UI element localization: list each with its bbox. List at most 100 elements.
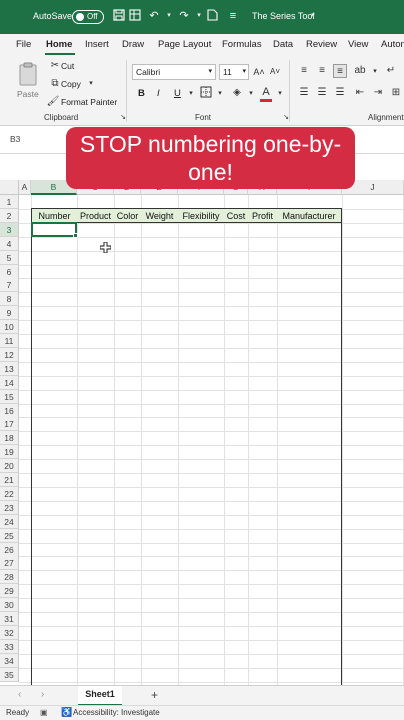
chevron-down-icon[interactable]: ▾ bbox=[368, 65, 382, 79]
font-color-icon[interactable]: A bbox=[259, 85, 273, 99]
row-header-28[interactable]: 28 bbox=[0, 570, 19, 584]
row-header-12[interactable]: 12 bbox=[0, 348, 19, 362]
decrease-indent-icon[interactable]: ⇤ bbox=[353, 86, 367, 100]
chevron-down-icon[interactable]: ▾ bbox=[84, 77, 98, 91]
paste-button[interactable]: Paste bbox=[14, 62, 42, 104]
macro-record-icon[interactable]: ▣ bbox=[40, 708, 48, 717]
row-header-34[interactable]: 34 bbox=[0, 654, 19, 668]
row-header-20[interactable]: 20 bbox=[0, 459, 19, 473]
row-header-14[interactable]: 14 bbox=[0, 376, 19, 390]
name-box[interactable]: B3 bbox=[4, 132, 64, 148]
tab-page-layout[interactable]: Page Layout bbox=[158, 39, 211, 50]
fill-handle[interactable] bbox=[73, 233, 78, 238]
row-header-5[interactable]: 5 bbox=[0, 251, 19, 265]
row-header-17[interactable]: 17 bbox=[0, 417, 19, 431]
align-bottom-icon[interactable]: ≡ bbox=[333, 64, 347, 78]
row-header-35[interactable]: 35 bbox=[0, 668, 19, 682]
row-header-29[interactable]: 29 bbox=[0, 584, 19, 598]
fill-color-icon[interactable]: ◈ bbox=[230, 86, 244, 100]
scroll-right-icon[interactable]: › bbox=[41, 689, 44, 700]
italic-button[interactable]: I bbox=[157, 88, 160, 99]
row-header-30[interactable]: 30 bbox=[0, 598, 19, 612]
increase-font-icon[interactable]: A˄ bbox=[252, 65, 266, 79]
accessibility-status[interactable]: Accessibility: Investigate bbox=[73, 708, 160, 717]
new-file-icon[interactable] bbox=[205, 9, 219, 23]
row-header-18[interactable]: 18 bbox=[0, 431, 19, 445]
sheet-tab-sheet1[interactable]: Sheet1 bbox=[78, 686, 122, 706]
customize-toolbar-icon[interactable]: ≡ bbox=[226, 9, 240, 23]
redo-icon[interactable]: ↷ bbox=[177, 9, 191, 23]
align-center-icon[interactable]: ☰ bbox=[315, 86, 329, 100]
row-header-1[interactable]: 1 bbox=[0, 195, 19, 209]
add-sheet-button[interactable]: + bbox=[151, 688, 158, 702]
header-manufacturer[interactable]: Manufacturer bbox=[277, 209, 341, 223]
autosave-toggle[interactable]: Off bbox=[72, 10, 104, 24]
dialog-launcher-icon[interactable]: ↘ bbox=[279, 111, 293, 125]
row-header-33[interactable]: 33 bbox=[0, 640, 19, 654]
active-cell-b3[interactable] bbox=[31, 222, 77, 237]
save-icon[interactable] bbox=[112, 9, 126, 23]
cut-button[interactable]: Cut bbox=[61, 61, 74, 71]
format-painter-button[interactable]: Format Painter bbox=[61, 97, 117, 107]
tab-insert[interactable]: Insert bbox=[85, 39, 109, 50]
header-cost[interactable]: Cost bbox=[224, 209, 248, 223]
undo-icon[interactable]: ↶ bbox=[147, 9, 161, 23]
row-header-31[interactable]: 31 bbox=[0, 612, 19, 626]
merge-center-icon[interactable]: ⊞ bbox=[389, 86, 403, 100]
row-header-22[interactable]: 22 bbox=[0, 487, 19, 501]
row-header-24[interactable]: 24 bbox=[0, 515, 19, 529]
tab-data[interactable]: Data bbox=[273, 39, 293, 50]
decrease-font-icon[interactable]: A˅ bbox=[268, 65, 282, 79]
tab-review[interactable]: Review bbox=[306, 39, 337, 50]
font-name-box[interactable]: Calibri ▾ bbox=[132, 64, 216, 80]
tab-draw[interactable]: Draw bbox=[122, 39, 144, 50]
row-header-16[interactable]: 16 bbox=[0, 404, 19, 418]
chevron-down-icon[interactable]: ▾ bbox=[162, 9, 176, 23]
tab-file[interactable]: File bbox=[16, 39, 31, 50]
row-header-9[interactable]: 9 bbox=[0, 306, 19, 320]
row-header-21[interactable]: 21 bbox=[0, 473, 19, 487]
font-size-box[interactable]: 11 ▾ bbox=[219, 64, 249, 80]
row-header-19[interactable]: 19 bbox=[0, 445, 19, 459]
row-header-15[interactable]: 15 bbox=[0, 390, 19, 404]
align-top-icon[interactable]: ≡ bbox=[297, 64, 311, 78]
row-header-25[interactable]: 25 bbox=[0, 529, 19, 543]
row-header-7[interactable]: 7 bbox=[0, 278, 19, 292]
header-weight[interactable]: Weight bbox=[141, 209, 178, 223]
underline-button[interactable]: U bbox=[174, 88, 181, 99]
row-header-3[interactable]: 3 bbox=[0, 223, 19, 237]
header-profit[interactable]: Profit bbox=[248, 209, 277, 223]
chevron-down-icon[interactable]: ▾ bbox=[184, 87, 198, 101]
wrap-text-icon[interactable]: ↵ bbox=[384, 64, 398, 78]
row-header-32[interactable]: 32 bbox=[0, 626, 19, 640]
tab-home[interactable]: Home bbox=[46, 39, 72, 50]
chevron-down-icon[interactable]: ▾ bbox=[244, 87, 258, 101]
row-header-11[interactable]: 11 bbox=[0, 334, 19, 348]
chevron-down-icon[interactable]: ▾ bbox=[192, 9, 206, 23]
align-left-icon[interactable]: ☰ bbox=[297, 86, 311, 100]
copy-button[interactable]: Copy bbox=[61, 79, 81, 89]
spreadsheet-grid[interactable]: A B C D E F G H I J 12345678910111213141… bbox=[0, 180, 404, 685]
row-header-27[interactable]: 27 bbox=[0, 556, 19, 570]
align-middle-icon[interactable]: ≡ bbox=[315, 64, 329, 78]
header-color[interactable]: Color bbox=[114, 209, 141, 223]
row-header-6[interactable]: 6 bbox=[0, 265, 19, 279]
row-header-13[interactable]: 13 bbox=[0, 362, 19, 376]
tab-automate[interactable]: Autom bbox=[381, 39, 404, 50]
align-right-icon[interactable]: ☰ bbox=[333, 86, 347, 100]
row-header-4[interactable]: 4 bbox=[0, 237, 19, 251]
tab-formulas[interactable]: Formulas bbox=[222, 39, 262, 50]
header-flexibility[interactable]: Flexibility bbox=[178, 209, 224, 223]
increase-indent-icon[interactable]: ⇥ bbox=[371, 86, 385, 100]
select-all-corner[interactable] bbox=[0, 180, 19, 195]
row-header-8[interactable]: 8 bbox=[0, 292, 19, 306]
scroll-left-icon[interactable]: ‹ bbox=[18, 689, 21, 700]
row-header-26[interactable]: 26 bbox=[0, 543, 19, 557]
dialog-launcher-icon[interactable]: ↘ bbox=[116, 111, 130, 125]
row-header-2[interactable]: 2 bbox=[0, 209, 19, 223]
orientation-icon[interactable]: ab bbox=[353, 64, 367, 78]
column-header-a[interactable]: A bbox=[19, 180, 31, 195]
row-header-23[interactable]: 23 bbox=[0, 501, 19, 515]
chevron-down-icon[interactable]: ▾ bbox=[306, 9, 320, 23]
row-header-10[interactable]: 10 bbox=[0, 320, 19, 334]
